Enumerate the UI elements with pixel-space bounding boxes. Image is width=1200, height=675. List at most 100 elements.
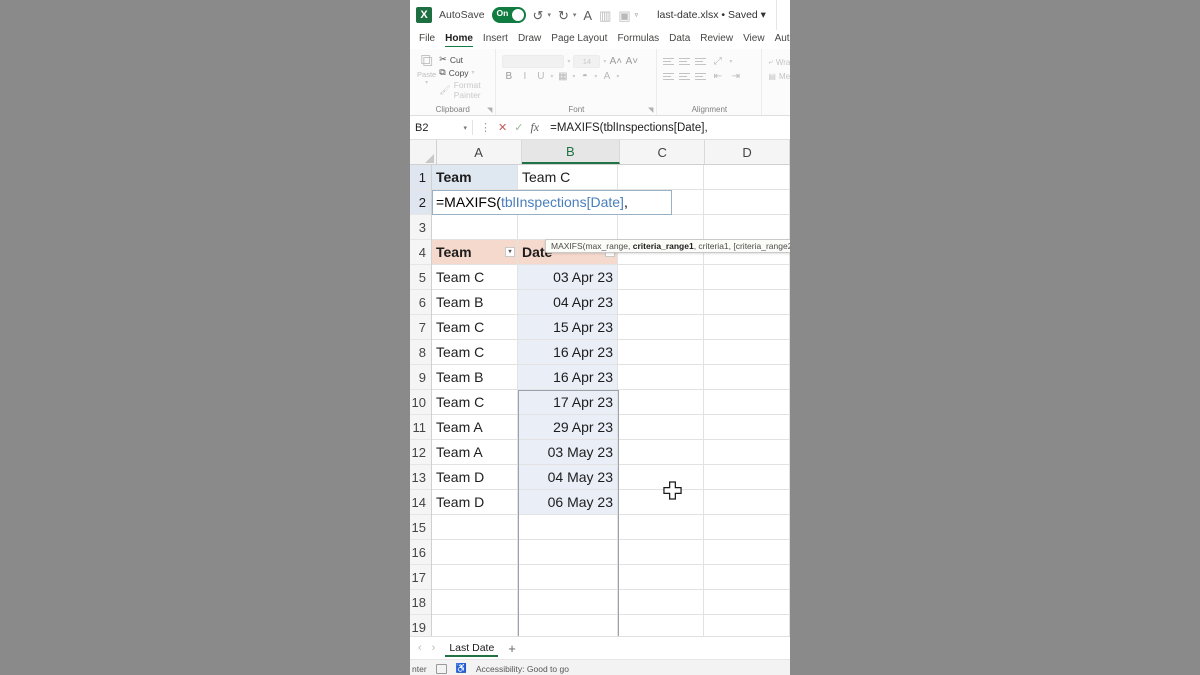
cell-b12[interactable]: 03 May 23 [518,440,618,465]
cell-b19[interactable] [518,615,618,636]
cell-d12[interactable] [704,440,790,465]
cell-c17[interactable] [618,565,704,590]
row-header-3[interactable]: 3 [410,215,431,240]
column-header-d[interactable]: D [705,140,790,164]
cell-d17[interactable] [704,565,790,590]
increase-indent-icon[interactable]: ⇥ [729,71,742,82]
align-right-icon[interactable] [695,73,707,80]
cell-b18[interactable] [518,590,618,615]
cell-a3[interactable] [432,215,518,240]
tab-insert[interactable]: Insert [483,33,508,46]
cell-c1[interactable] [618,165,704,190]
cell-b9[interactable]: 16 Apr 23 [518,365,618,390]
cell-c13[interactable] [618,465,704,490]
cell-d10[interactable] [704,390,790,415]
sheet-tab-last-date[interactable]: Last Date [445,640,499,657]
font-color-icon[interactable]: A [600,71,613,82]
insert-function-icon[interactable]: fx [530,120,539,135]
align-bottom-icon[interactable] [695,58,707,65]
tab-review[interactable]: Review [700,33,733,46]
name-box[interactable]: B2 ▾ [410,122,472,134]
cell-a9[interactable]: Team B [432,365,518,390]
document-title[interactable]: last-date.xlsx • Saved ▾ [657,9,766,21]
font-color-icon[interactable]: A [583,9,592,22]
row-header-11[interactable]: 11 [410,415,431,440]
cell-d13[interactable] [704,465,790,490]
cell-b6[interactable]: 04 Apr 23 [518,290,618,315]
copy-dropdown-icon[interactable]: ▾ [472,69,475,76]
font-size-input[interactable]: 14 [573,55,601,68]
font-name-input[interactable] [502,55,565,68]
cell-d11[interactable] [704,415,790,440]
column-header-c[interactable]: C [620,140,706,164]
cell-c18[interactable] [618,590,704,615]
cut-button[interactable]: ✂ Cut [439,54,489,65]
cell-d6[interactable] [704,290,790,315]
cell-b14[interactable]: 06 May 23 [518,490,618,515]
row-header-12[interactable]: 12 [410,440,431,465]
confirm-edit-icon[interactable]: ✓ [514,121,523,134]
cell-a10[interactable]: Team C [432,390,518,415]
borders-icon[interactable]: ▥ [599,9,611,22]
tab-draw[interactable]: Draw [518,33,541,46]
row-header-2[interactable]: 2 [410,190,431,215]
cell-d14[interactable] [704,490,790,515]
underline-dropdown-icon[interactable]: ▾ [550,73,553,80]
cell-b5[interactable]: 03 Apr 23 [518,265,618,290]
cell-c3[interactable] [618,215,704,240]
save-as-icon[interactable]: ▣ [618,9,630,22]
cell-c5[interactable] [618,265,704,290]
underline-button[interactable]: U [534,71,547,82]
align-top-icon[interactable] [663,58,675,65]
font-dialog-launcher-icon[interactable]: ◥ [648,106,653,114]
cell-c12[interactable] [618,440,704,465]
next-sheet-icon[interactable]: › [432,642,436,654]
font-name-dropdown-icon[interactable]: ▾ [567,58,570,65]
formula-input[interactable]: =MAXIFS(tblInspections[Date], [546,122,790,134]
align-center-icon[interactable] [679,73,691,80]
cell-c10[interactable] [618,390,704,415]
row-header-13[interactable]: 13 [410,465,431,490]
cell-d8[interactable] [704,340,790,365]
fill-color-dropdown-icon[interactable]: ▾ [594,73,597,80]
cell-a7[interactable]: Team C [432,315,518,340]
cell-d19[interactable] [704,615,790,636]
italic-button[interactable]: I [518,71,531,82]
row-header-10[interactable]: 10 [410,390,431,415]
cell-a11[interactable]: Team A [432,415,518,440]
fill-color-icon[interactable]: ◓ [578,71,591,82]
align-middle-icon[interactable] [679,58,691,65]
undo-dropdown-icon[interactable]: ▾ [547,11,551,19]
row-header-6[interactable]: 6 [410,290,431,315]
tab-file[interactable]: File [419,33,435,46]
format-painter-button[interactable]: 🖌 Format Painter [439,80,489,100]
font-color-dropdown-icon[interactable]: ▾ [616,73,619,80]
cell-b15[interactable] [518,515,618,540]
merge-center-button[interactable]: ▤ Me [768,72,790,81]
cell-a18[interactable] [432,590,518,615]
cell-c16[interactable] [618,540,704,565]
cell-c9[interactable] [618,365,704,390]
window-controls[interactable] [776,0,790,30]
cell-a14[interactable]: Team D [432,490,518,515]
name-box-dropdown-icon[interactable]: ▾ [463,124,467,132]
cell-d7[interactable] [704,315,790,340]
customize-qat-icon[interactable]: ▿ [635,11,639,19]
cell-a17[interactable] [432,565,518,590]
row-header-8[interactable]: 8 [410,340,431,365]
table-header-team[interactable]: Team ▾ [432,240,518,265]
cell-a1[interactable]: Team [432,165,518,190]
cell-b13[interactable]: 04 May 23 [518,465,618,490]
cell-a19[interactable] [432,615,518,636]
row-header-9[interactable]: 9 [410,365,431,390]
cell-b16[interactable] [518,540,618,565]
orientation-dropdown-icon[interactable]: ▾ [729,58,732,65]
bold-button[interactable]: B [502,71,515,82]
add-sheet-button[interactable]: + [508,641,516,656]
tab-home[interactable]: Home [445,33,473,47]
tab-formulas[interactable]: Formulas [617,33,659,46]
filter-dropdown-icon-team[interactable]: ▾ [505,247,515,257]
decrease-font-size-icon[interactable]: A˅ [625,56,639,67]
row-header-1[interactable]: 1 [410,165,431,190]
prev-sheet-icon[interactable]: ‹ [418,642,422,654]
